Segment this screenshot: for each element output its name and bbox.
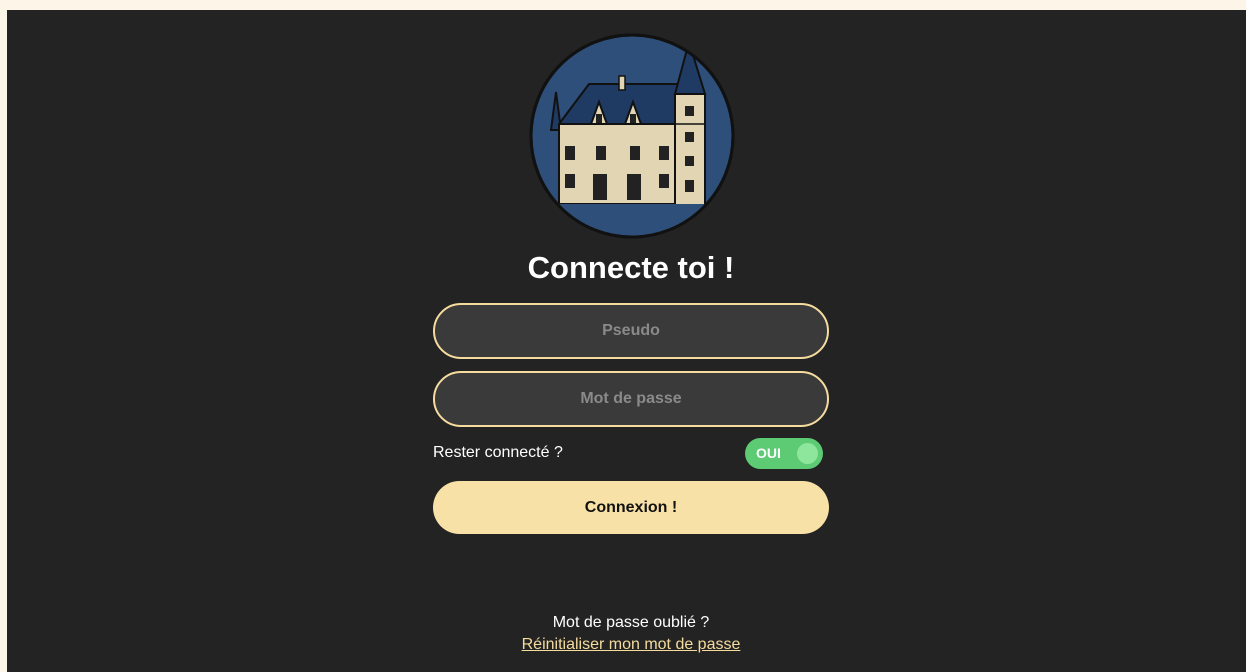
reset-password-link[interactable]: Réinitialiser mon mot de passe: [522, 636, 741, 653]
username-field[interactable]: [433, 303, 829, 359]
login-button[interactable]: Connexion !: [433, 481, 829, 534]
login-screen: Connecte toi ! Rester connecté ? OUI Con…: [7, 10, 1246, 672]
castle-logo-icon: [529, 33, 735, 239]
reset-password-container: Réinitialiser mon mot de passe: [7, 636, 1246, 654]
remember-me-toggle[interactable]: OUI: [745, 438, 823, 469]
remember-me-label: Rester connecté ?: [433, 444, 563, 461]
page-title: Connecte toi !: [527, 250, 735, 285]
password-field[interactable]: [433, 371, 829, 427]
toggle-knob: [797, 443, 818, 464]
username-input[interactable]: [435, 305, 827, 357]
toggle-state-label: OUI: [756, 445, 781, 461]
forgot-password-text: Mot de passe oublié ?: [552, 614, 710, 631]
password-input[interactable]: [435, 373, 827, 425]
